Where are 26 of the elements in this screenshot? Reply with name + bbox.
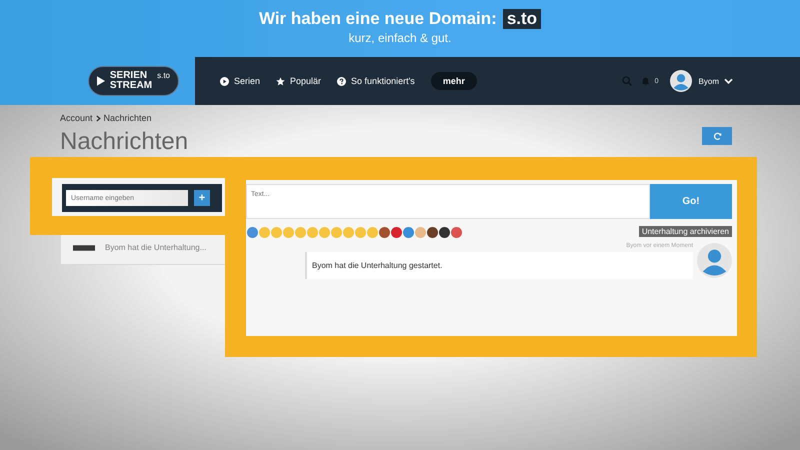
user-menu[interactable]: Byom (698, 76, 719, 86)
help-icon (337, 76, 346, 86)
page-title: Nachrichten (60, 129, 188, 155)
star-icon (276, 76, 286, 86)
breadcrumb-link[interactable]: Account (60, 113, 93, 123)
message-bubble: Byom hat die Unterhaltung gestartet. (305, 252, 693, 279)
more-menu-button[interactable]: mehr (430, 72, 477, 90)
avatar-icon (697, 243, 732, 278)
domain-badge[interactable]: s.to (502, 9, 542, 29)
site-logo[interactable]: SERIEN STREAM s.to (88, 66, 179, 96)
emoji-strip-drawing[interactable] (246, 226, 462, 239)
banner-headline: Wir haben eine neue Domain: (258, 9, 497, 29)
nav-link[interactable]: Serien (220, 76, 260, 86)
chevron-down-icon[interactable] (724, 78, 733, 84)
chevron-right-icon (96, 114, 101, 122)
refresh-icon (712, 132, 722, 140)
banner-tagline: kurz, einfach & gut. (348, 31, 452, 45)
play-icon (96, 76, 105, 86)
avatar-icon[interactable] (670, 70, 692, 92)
breadcrumb-current: Nachrichten (104, 113, 152, 123)
refresh-button[interactable] (702, 127, 732, 145)
conversation-preview[interactable]: Byom hat die Unterhaltung... (105, 243, 206, 252)
archive-button[interactable]: Unterhaltung archivieren (638, 226, 732, 237)
play-icon (220, 76, 229, 86)
nav-link[interactable]: So funktioniert's (337, 76, 415, 86)
nav-link[interactable]: Populär (276, 76, 322, 86)
